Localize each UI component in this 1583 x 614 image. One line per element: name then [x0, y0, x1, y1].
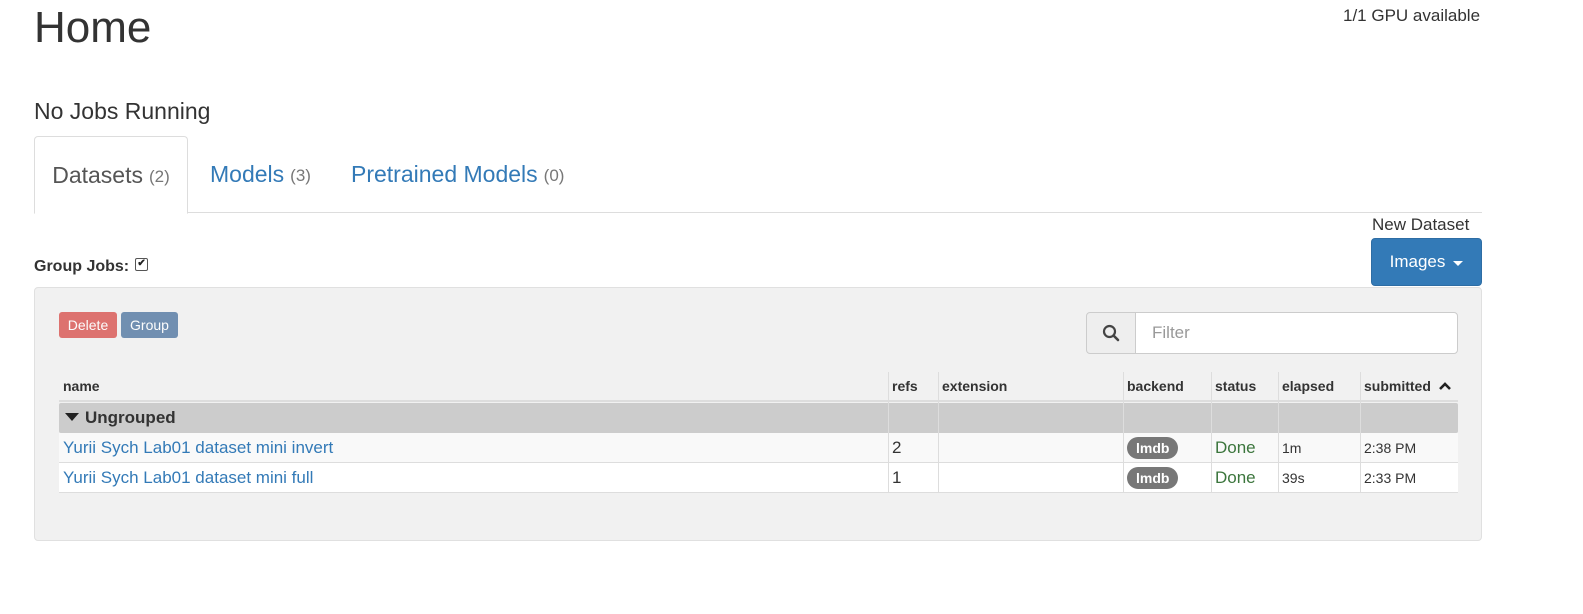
column-divider	[1278, 372, 1279, 492]
tab-label: Datasets	[52, 161, 143, 188]
tab-label: Models	[210, 160, 285, 187]
status-value: Done	[1215, 468, 1256, 487]
tab-count: (2)	[148, 167, 170, 186]
jobs-status: No Jobs Running	[34, 98, 211, 124]
column-divider	[1360, 372, 1361, 492]
caret-down-icon	[1453, 260, 1464, 266]
tab-count: (0)	[543, 166, 565, 185]
dataset-name-link[interactable]: Yurii Sych Lab01 dataset mini invert	[63, 438, 333, 458]
refs-value: 1	[892, 468, 902, 487]
column-header-extension[interactable]: extension	[942, 378, 1007, 394]
elapsed-value: 39s	[1282, 470, 1305, 486]
group-jobs-label: Group Jobs:	[34, 258, 130, 275]
tab-datasets[interactable]: Datasets (2)	[34, 136, 188, 214]
column-header-name[interactable]: name	[63, 378, 100, 394]
delete-button[interactable]: Delete	[59, 312, 117, 338]
tab-count: (3)	[290, 166, 311, 185]
tab-models[interactable]: Models (3)	[210, 136, 311, 212]
submitted-value: 2:33 PM	[1364, 470, 1417, 486]
column-divider	[1211, 372, 1212, 492]
dataset-name-link[interactable]: Yurii Sych Lab01 dataset mini full	[63, 468, 313, 488]
column-header-refs[interactable]: refs	[892, 378, 918, 394]
search-addon	[1086, 312, 1136, 354]
column-header-elapsed[interactable]: elapsed	[1282, 378, 1334, 394]
submitted-value: 2:38 PM	[1364, 440, 1417, 456]
table-header: name refs extension backend status elaps…	[59, 372, 1458, 402]
table-row: Yurii Sych Lab01 dataset mini full 1 lmd…	[59, 463, 1458, 493]
new-dataset-images-button[interactable]: Images	[1371, 238, 1482, 286]
group-row-ungrouped[interactable]: Ungrouped	[59, 403, 1458, 433]
search-icon	[1102, 324, 1120, 342]
column-header-label: submitted	[1364, 378, 1431, 394]
group-button[interactable]: Group	[121, 312, 178, 338]
gpu-status: 1/1 GPU available	[1343, 6, 1481, 25]
filter-input[interactable]	[1135, 312, 1458, 354]
column-header-status[interactable]: status	[1215, 378, 1256, 394]
images-button-label: Images	[1389, 252, 1446, 271]
triangle-down-icon	[65, 413, 79, 421]
column-header-backend[interactable]: backend	[1127, 378, 1184, 394]
column-header-submitted[interactable]: submitted	[1364, 378, 1452, 394]
refs-value: 2	[892, 438, 902, 457]
tab-label: Pretrained Models	[351, 160, 538, 187]
page-title: Home	[34, 3, 152, 52]
backend-badge: lmdb	[1127, 467, 1179, 489]
group-jobs-checkbox[interactable]: ✔	[135, 257, 149, 271]
table-row: Yurii Sych Lab01 dataset mini invert 2 l…	[59, 433, 1458, 463]
elapsed-value: 1m	[1282, 440, 1302, 456]
group-jobs-control: Group Jobs: ✔	[34, 257, 149, 276]
tab-pretrained-models[interactable]: Pretrained Models (0)	[351, 136, 564, 212]
group-label: Ungrouped	[85, 408, 176, 427]
new-dataset-label: New Dataset	[1372, 215, 1470, 234]
status-value: Done	[1215, 438, 1256, 457]
column-divider	[1123, 372, 1124, 492]
column-divider	[888, 372, 889, 492]
backend-badge: lmdb	[1127, 437, 1179, 459]
sort-ascending-icon	[1438, 382, 1451, 390]
tab-bar: Datasets (2) Models (3) Pretrained Model…	[34, 136, 1482, 214]
column-divider	[938, 372, 939, 492]
